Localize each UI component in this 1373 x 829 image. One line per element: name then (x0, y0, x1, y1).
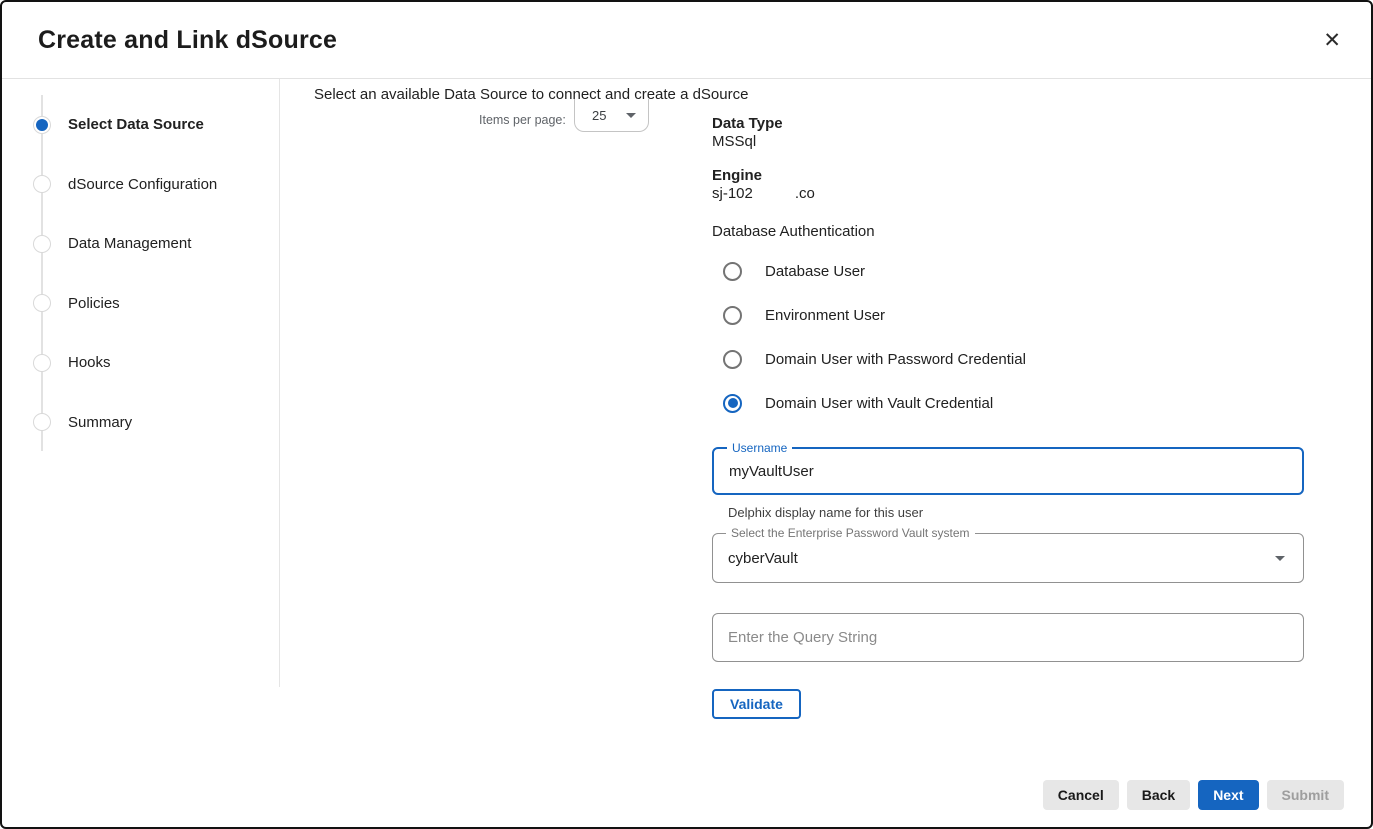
radio-unselected-icon (723, 350, 742, 369)
step-label: Policies (68, 295, 120, 312)
cancel-button[interactable]: Cancel (1043, 780, 1119, 810)
query-string-input[interactable] (713, 614, 1303, 661)
authentication-radio-group: Database User Environment User Domain Us… (712, 249, 1304, 425)
radio-environment-user[interactable]: Environment User (712, 293, 1304, 337)
step-indicator-icon (33, 354, 51, 372)
data-source-details: Data Type MSSql Engine sj-102 .co Databas… (712, 79, 1304, 719)
engine-value-suffix: .co (795, 185, 815, 202)
step-hooks[interactable]: Hooks (2, 333, 280, 393)
database-authentication-label: Database Authentication (712, 223, 1304, 241)
vault-system-select[interactable]: Select the Enterprise Password Vault sys… (712, 533, 1304, 583)
chevron-down-icon (1275, 556, 1285, 561)
validate-button[interactable]: Validate (712, 689, 801, 719)
step-indicator-icon (33, 294, 51, 312)
radio-database-user[interactable]: Database User (712, 249, 1304, 293)
dialog-body: Select Data Source dSource Configuration… (2, 79, 1371, 829)
username-field: Username (712, 447, 1304, 495)
step-indicator-icon (33, 175, 51, 193)
engine-value-prefix: sj-102 (712, 185, 753, 202)
radio-label: Domain User with Vault Credential (765, 395, 993, 412)
radio-domain-user-password[interactable]: Domain User with Password Credential (712, 337, 1304, 381)
step-indicator-icon (33, 235, 51, 253)
step-data-management[interactable]: Data Management (2, 214, 280, 274)
radio-domain-user-vault[interactable]: Domain User with Vault Credential (712, 381, 1304, 425)
page-title: Create and Link dSource (38, 26, 1319, 55)
step-label: Data Management (68, 235, 191, 252)
username-helper-text: Delphix display name for this user (712, 505, 1304, 520)
username-input[interactable] (714, 449, 1302, 493)
radio-unselected-icon (723, 262, 742, 281)
submit-button[interactable]: Submit (1267, 780, 1344, 810)
step-summary[interactable]: Summary (2, 393, 280, 453)
items-per-page-select[interactable]: 25 (574, 99, 649, 132)
username-field-label: Username (727, 441, 792, 455)
radio-unselected-icon (723, 306, 742, 325)
wizard-stepper: Select Data Source dSource Configuration… (2, 79, 280, 829)
items-per-page-label: Items per page: (479, 113, 566, 127)
step-indicator-icon (33, 413, 51, 431)
chevron-down-icon (626, 113, 636, 118)
step-label: dSource Configuration (68, 176, 217, 193)
close-icon[interactable]: ✕ (1319, 26, 1345, 55)
engine-label: Engine (712, 167, 1304, 185)
step-select-data-source[interactable]: Select Data Source (2, 95, 280, 155)
data-type-label: Data Type (712, 115, 1304, 133)
create-and-link-dsource-dialog: Create and Link dSource ✕ Select Data So… (0, 0, 1373, 829)
step-content-panel: Select an available Data Source to conne… (280, 79, 1371, 829)
items-per-page-value: 25 (592, 108, 606, 123)
query-string-field (712, 613, 1304, 662)
step-indicator-icon (33, 116, 51, 134)
radio-label: Database User (765, 263, 865, 280)
dialog-footer-actions: Cancel Back Next Submit (1043, 780, 1344, 810)
step-policies[interactable]: Policies (2, 274, 280, 334)
radio-selected-icon (723, 394, 742, 413)
engine-value: sj-102 .co (712, 185, 1304, 203)
next-button[interactable]: Next (1198, 780, 1258, 810)
vault-system-label: Select the Enterprise Password Vault sys… (726, 526, 975, 540)
step-label: Hooks (68, 354, 111, 371)
data-type-value: MSSql (712, 133, 1304, 151)
step-label: Select Data Source (68, 116, 204, 133)
instruction-text: Select an available Data Source to conne… (314, 86, 748, 103)
dialog-header: Create and Link dSource ✕ (2, 2, 1371, 79)
vault-system-value: cyberVault (728, 550, 798, 567)
step-label: Summary (68, 414, 132, 431)
radio-label: Domain User with Password Credential (765, 351, 1026, 368)
back-button[interactable]: Back (1127, 780, 1190, 810)
radio-label: Environment User (765, 307, 885, 324)
step-dsource-configuration[interactable]: dSource Configuration (2, 155, 280, 215)
